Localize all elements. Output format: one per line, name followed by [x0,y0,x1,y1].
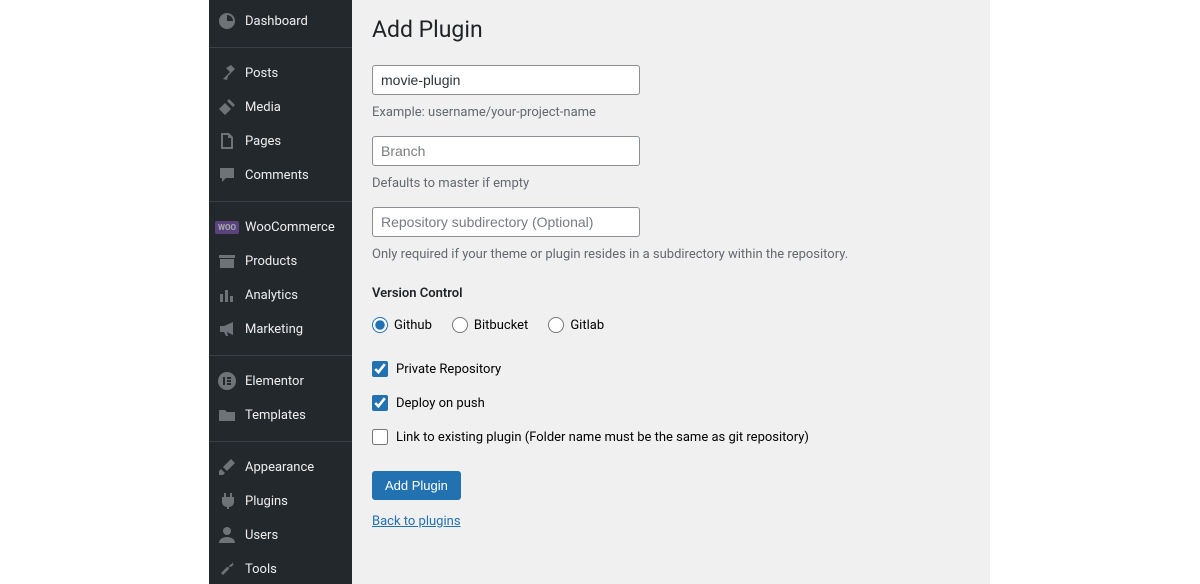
sidebar-item-appearance[interactable]: Appearance [209,450,352,484]
deploy-push-checkbox[interactable] [372,395,388,411]
add-plugin-button[interactable]: Add Plugin [372,471,461,500]
woo-icon: WOO [217,217,237,237]
version-control-label: Version Control [372,286,970,301]
user-icon [217,525,237,545]
branch-help-text: Defaults to master if empty [372,176,970,191]
sidebar-item-label: Products [245,254,297,269]
version-control-radios: Github Bitbucket Gitlab [372,317,970,333]
private-repo-checkbox[interactable] [372,361,388,377]
sidebar-item-label: Dashboard [245,14,308,29]
sidebar-item-pages[interactable]: Pages [209,124,352,158]
radio-bitbucket[interactable]: Bitbucket [452,317,528,333]
sidebar-item-label: Plugins [245,494,288,509]
sidebar-item-dashboard[interactable]: Dashboard [209,4,352,38]
checkbox-label: Link to existing plugin (Folder name mus… [396,430,809,445]
sidebar-item-elementor[interactable]: Elementor [209,364,352,398]
repo-help-text: Example: username/your-project-name [372,105,970,120]
sidebar-item-tools[interactable]: Tools [209,552,352,584]
radio-github[interactable]: Github [372,317,432,333]
back-to-plugins-link[interactable]: Back to plugins [372,514,461,529]
admin-sidebar: Dashboard Posts Media Pages Comments [209,0,352,584]
checkbox-label: Private Repository [396,362,501,377]
pages-icon [217,131,237,151]
link-existing-row: Link to existing plugin (Folder name mus… [372,429,970,445]
sidebar-item-plugins[interactable]: Plugins [209,484,352,518]
page-title: Add Plugin [372,16,970,43]
radio-github-input[interactable] [372,317,388,333]
sidebar-item-label: Media [245,100,281,115]
sidebar-item-users[interactable]: Users [209,518,352,552]
sidebar-item-label: Appearance [245,460,314,475]
subdir-help-text: Only required if your theme or plugin re… [372,247,970,262]
archive-icon [217,251,237,271]
sidebar-item-posts[interactable]: Posts [209,56,352,90]
sidebar-item-label: Templates [245,408,306,423]
media-icon [217,97,237,117]
private-repo-row: Private Repository [372,361,970,377]
checkbox-label: Deploy on push [396,396,485,411]
brush-icon [217,457,237,477]
sidebar-item-label: Posts [245,66,278,81]
main-panel: Add Plugin Example: username/your-projec… [352,0,990,584]
right-gutter [990,0,1200,584]
folder-icon [217,405,237,425]
radio-gitlab[interactable]: Gitlab [548,317,604,333]
sidebar-item-label: Elementor [245,374,304,389]
deploy-push-row: Deploy on push [372,395,970,411]
radio-label: Github [394,318,432,333]
link-existing-checkbox[interactable] [372,429,388,445]
left-gutter [0,0,209,584]
sidebar-item-woocommerce[interactable]: WOO WooCommerce [209,210,352,244]
wrench-icon [217,559,237,579]
radio-bitbucket-input[interactable] [452,317,468,333]
chart-icon [217,285,237,305]
sidebar-item-analytics[interactable]: Analytics [209,278,352,312]
branch-input[interactable] [372,136,640,166]
megaphone-icon [217,319,237,339]
sidebar-item-products[interactable]: Products [209,244,352,278]
sidebar-item-label: WooCommerce [245,220,335,235]
sidebar-item-comments[interactable]: Comments [209,158,352,192]
radio-label: Bitbucket [474,318,528,333]
radio-gitlab-input[interactable] [548,317,564,333]
dashboard-icon [217,11,237,31]
subdirectory-input[interactable] [372,207,640,237]
plug-icon [217,491,237,511]
elementor-icon [217,371,237,391]
sidebar-item-label: Marketing [245,322,303,337]
repository-input[interactable] [372,65,640,95]
sidebar-item-label: Users [245,528,278,543]
sidebar-item-label: Comments [245,168,309,183]
sidebar-item-media[interactable]: Media [209,90,352,124]
comment-icon [217,165,237,185]
radio-label: Gitlab [570,318,604,333]
pin-icon [217,63,237,83]
sidebar-item-label: Analytics [245,288,298,303]
sidebar-item-templates[interactable]: Templates [209,398,352,432]
sidebar-item-label: Tools [245,562,277,577]
sidebar-item-marketing[interactable]: Marketing [209,312,352,346]
sidebar-item-label: Pages [245,134,281,149]
